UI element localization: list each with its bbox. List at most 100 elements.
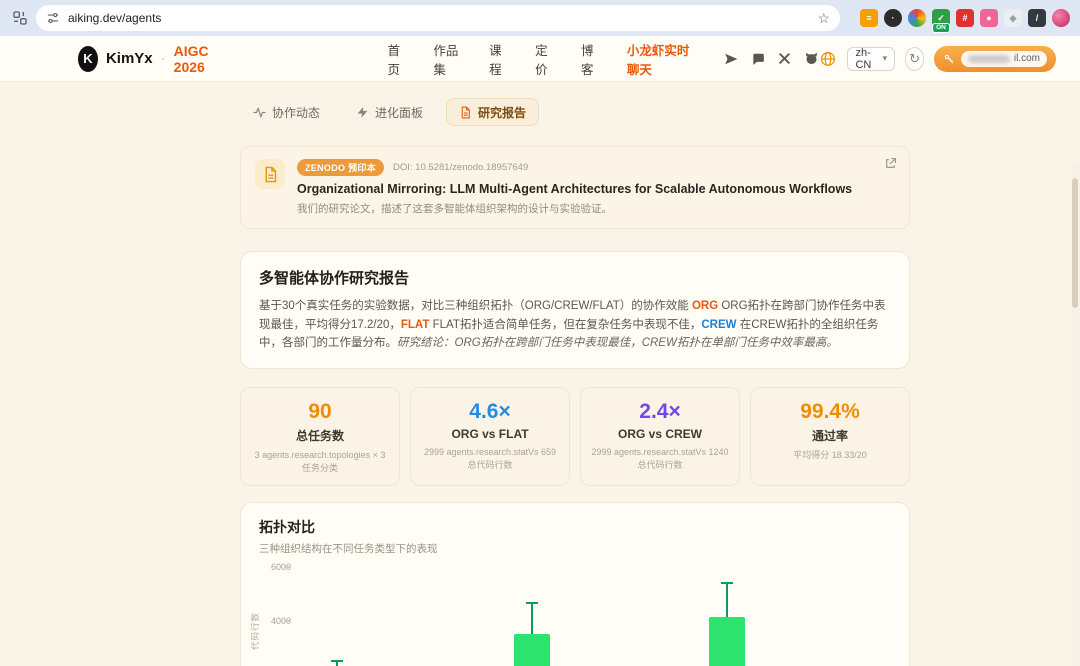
stat-label: ORG vs FLAT (451, 426, 529, 441)
nav-link-pricing[interactable]: 定价 (535, 40, 555, 78)
stat-card-total-tasks: 90 总任务数 3 agents.research.topologies × 3… (240, 386, 400, 486)
chart-plot (284, 549, 896, 666)
document-icon (461, 106, 470, 118)
header-right-tools: zh-CN ▾ ↻ il.com (819, 45, 1056, 72)
account-visible-text: il.com (1013, 53, 1040, 64)
scrollbar-thumb[interactable] (1072, 178, 1078, 308)
brand-name: KimYx (105, 50, 153, 67)
brand-logo[interactable]: K (78, 45, 98, 72)
refresh-button[interactable]: ↻ (905, 46, 924, 71)
zap-icon (357, 106, 368, 118)
activity-icon (253, 107, 266, 117)
report-segment: FLAT (400, 318, 430, 331)
error-bar-cap (331, 660, 343, 663)
tab-collab-activity[interactable]: 协作动态 (240, 98, 333, 126)
dark-circle-extension-icon[interactable]: · (884, 9, 902, 27)
stat-value: 4.6× (469, 399, 511, 423)
tab-label: 研究报告 (478, 105, 527, 120)
nav-link-home[interactable]: 首页 (387, 40, 407, 78)
report-card: 多智能体协作研究报告 基于30个真实任务的实验数据，对比三种组织拓扑（ORG/C… (240, 251, 910, 369)
bar-ORG-group3 (709, 616, 745, 666)
globe-icon[interactable] (819, 50, 837, 68)
browser-profile-avatar[interactable] (1052, 9, 1070, 27)
error-bar-cap (721, 582, 733, 585)
language-value: zh-CN (855, 46, 872, 71)
paper-document-icon (255, 159, 285, 189)
stat-label: ORG vs CREW (617, 426, 702, 441)
stat-card-org-vs-flat: 4.6× ORG vs FLAT 2999 agents.research.st… (410, 386, 570, 486)
brand-badge: AIGC 2026 (173, 42, 209, 75)
x-twitter-icon[interactable] (778, 52, 791, 65)
nav-link-live-chat[interactable]: 小龙虾实时聊天 (627, 40, 697, 78)
tab-label: 进化面板 (375, 105, 424, 120)
report-segment: CREW (701, 318, 737, 331)
github-icon[interactable] (804, 51, 819, 66)
doi-text: DOI: 10.5281/zenodo.18957649 (393, 162, 529, 173)
red-grid-extension-icon[interactable]: # (956, 9, 974, 27)
chevron-down-icon: ▾ (882, 53, 888, 63)
bar-ORG-group2 (514, 634, 550, 666)
key-icon (943, 53, 955, 65)
error-bar (531, 603, 533, 635)
language-select[interactable]: zh-CN ▾ (847, 46, 896, 71)
external-link-icon[interactable] (884, 157, 897, 170)
tab-evolution-panel[interactable]: 进化面板 (343, 98, 436, 126)
brand[interactable]: K KimYx · AIGC 2026 (78, 43, 227, 75)
brand-separator-dot: · (160, 50, 166, 67)
account-pill[interactable]: il.com (933, 45, 1056, 72)
report-segment: ORG (691, 300, 719, 312)
y-tick-mark (284, 565, 291, 568)
extension-on-badge: ON (932, 22, 950, 33)
address-bar[interactable]: aiking.dev/agents ☆ (36, 5, 840, 31)
color-wheel-extension-icon[interactable] (908, 9, 926, 27)
green-check-extension-icon[interactable]: ✓ ON (932, 9, 950, 33)
stat-subtext: 平均得分 18.33/20 (793, 449, 867, 460)
stat-value: 2.4× (639, 399, 681, 423)
chart-title: 拓扑对比 (259, 518, 315, 535)
topology-chart-card: 拓扑对比 三种组织结构在不同任务类型下的表现 代码行数 200040006000 (240, 501, 910, 666)
nav-link-portfolio[interactable]: 作品集 (433, 40, 463, 78)
send-icon[interactable] (724, 52, 738, 66)
zenodo-badge: ZENODO 预印本 (297, 159, 385, 176)
stat-value: 90 (308, 399, 332, 423)
notes-extension-icon[interactable]: ≡ (860, 9, 878, 27)
chat-bubble-icon[interactable] (751, 52, 765, 66)
social-icons (724, 51, 819, 66)
account-blurred-text (967, 54, 1010, 63)
site-settings-icon[interactable] (46, 11, 60, 25)
tab-groups-icon[interactable] (10, 8, 30, 28)
page-content: 协作动态 进化面板 研究报告 ZENODO 预印本 DOI: 10.5281/z… (0, 82, 1080, 666)
section-tabs: 协作动态 进化面板 研究报告 (240, 98, 910, 126)
stat-card-org-vs-crew: 2.4× ORG vs CREW 2999 agents.research.st… (580, 386, 740, 486)
pink-extension-icon[interactable]: ● (980, 9, 998, 27)
stat-label: 总任务数 (295, 428, 344, 443)
url-text[interactable]: aiking.dev/agents (68, 11, 161, 25)
tab-research-report[interactable]: 研究报告 (446, 98, 540, 126)
stat-label: 通过率 (811, 428, 848, 443)
report-paragraph: 基于30个真实任务的实验数据，对比三种组织拓扑（ORG/CREW/FLAT）的协… (259, 297, 891, 353)
stat-subtext: 2999 agents.research.statVs 659 总代码行数 (423, 446, 557, 470)
stat-card-pass-rate: 99.4% 通过率 平均得分 18.33/20 (750, 386, 910, 486)
dark-square-extension-icon[interactable]: / (1028, 9, 1046, 27)
nav-link-blog[interactable]: 博客 (581, 40, 601, 78)
site-header: K KimYx · AIGC 2026 首页 作品集 课程 定价 博客 小龙虾实… (0, 36, 1080, 82)
report-segment: 基于30个真实任务的实验数据，对比三种组织拓扑（ORG/CREW/FLAT）的协… (259, 300, 692, 312)
tab-label: 协作动态 (272, 105, 321, 120)
extensions-row: ≡ · ✓ ON # ● ◆ / (860, 9, 1070, 33)
y-tick-mark (284, 619, 291, 622)
paper-title: Organizational Mirroring: LLM Multi-Agen… (297, 182, 853, 196)
stat-subtext: 2999 agents.research.statVs 1240 总代码行数 (591, 446, 729, 470)
browser-toolbar: aiking.dev/agents ☆ ≡ · ✓ ON # ● ◆ / (0, 0, 1080, 36)
error-bar-cap (526, 602, 538, 605)
report-segment: 研究结论：ORG拓扑在跨部门任务中表现最佳，CREW拓扑在单部门任务中效率最高。 (397, 337, 838, 350)
stat-subtext: 3 agents.research.topologies × 3 任务分类 (254, 449, 386, 473)
paper-description: 我们的研究论文，描述了这套多智能体组织架构的设计与实验验证。 (297, 203, 612, 215)
stat-value: 99.4% (800, 399, 860, 423)
gray-extension-icon[interactable]: ◆ (1004, 9, 1022, 27)
report-title: 多智能体协作研究报告 (259, 270, 410, 287)
bookmark-star-icon[interactable]: ☆ (817, 11, 830, 25)
account-email: il.com (960, 50, 1047, 67)
nav-link-courses[interactable]: 课程 (489, 40, 509, 78)
paper-card: ZENODO 预印本 DOI: 10.5281/zenodo.18957649 … (240, 146, 910, 229)
scrollbar-track[interactable] (1070, 164, 1080, 666)
